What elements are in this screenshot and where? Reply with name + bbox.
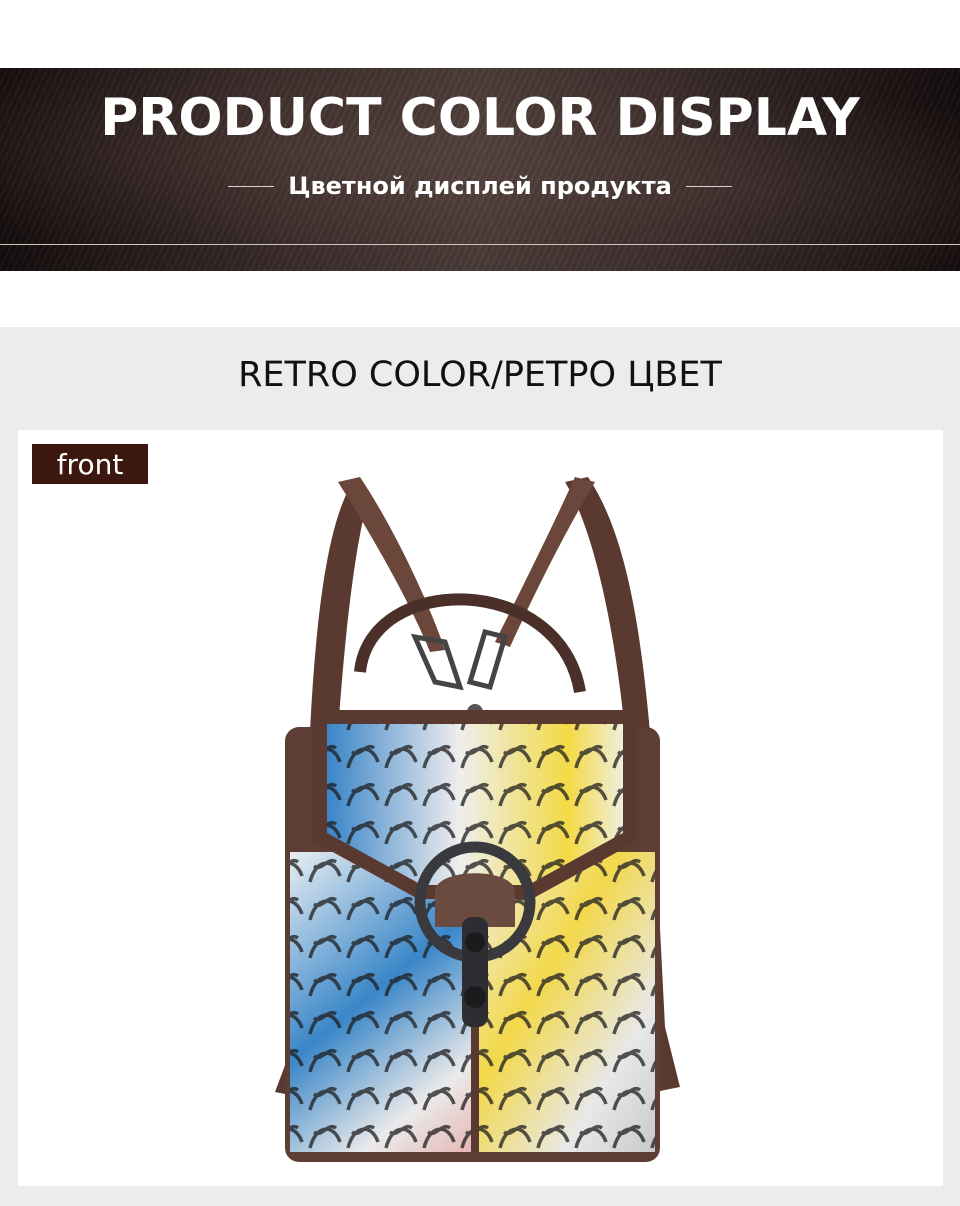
section-title: RETRO COLOR/РЕТРО ЦВЕТ	[238, 355, 722, 395]
subtitle-right-dash	[685, 185, 732, 187]
backpack-product-image	[275, 477, 680, 1162]
view-tag-front: front	[32, 444, 148, 484]
subtitle-left-dash	[228, 185, 275, 187]
banner-subtitle-row: Цветной дисплей продукта	[0, 172, 960, 200]
banner-subtitle: Цветной дисплей продукта	[288, 172, 672, 200]
header-banner: PRODUCT COLOR DISPLAY Цветной дисплей пр…	[0, 68, 960, 271]
banner-divider	[0, 244, 960, 245]
banner-title: PRODUCT COLOR DISPLAY	[100, 88, 860, 148]
